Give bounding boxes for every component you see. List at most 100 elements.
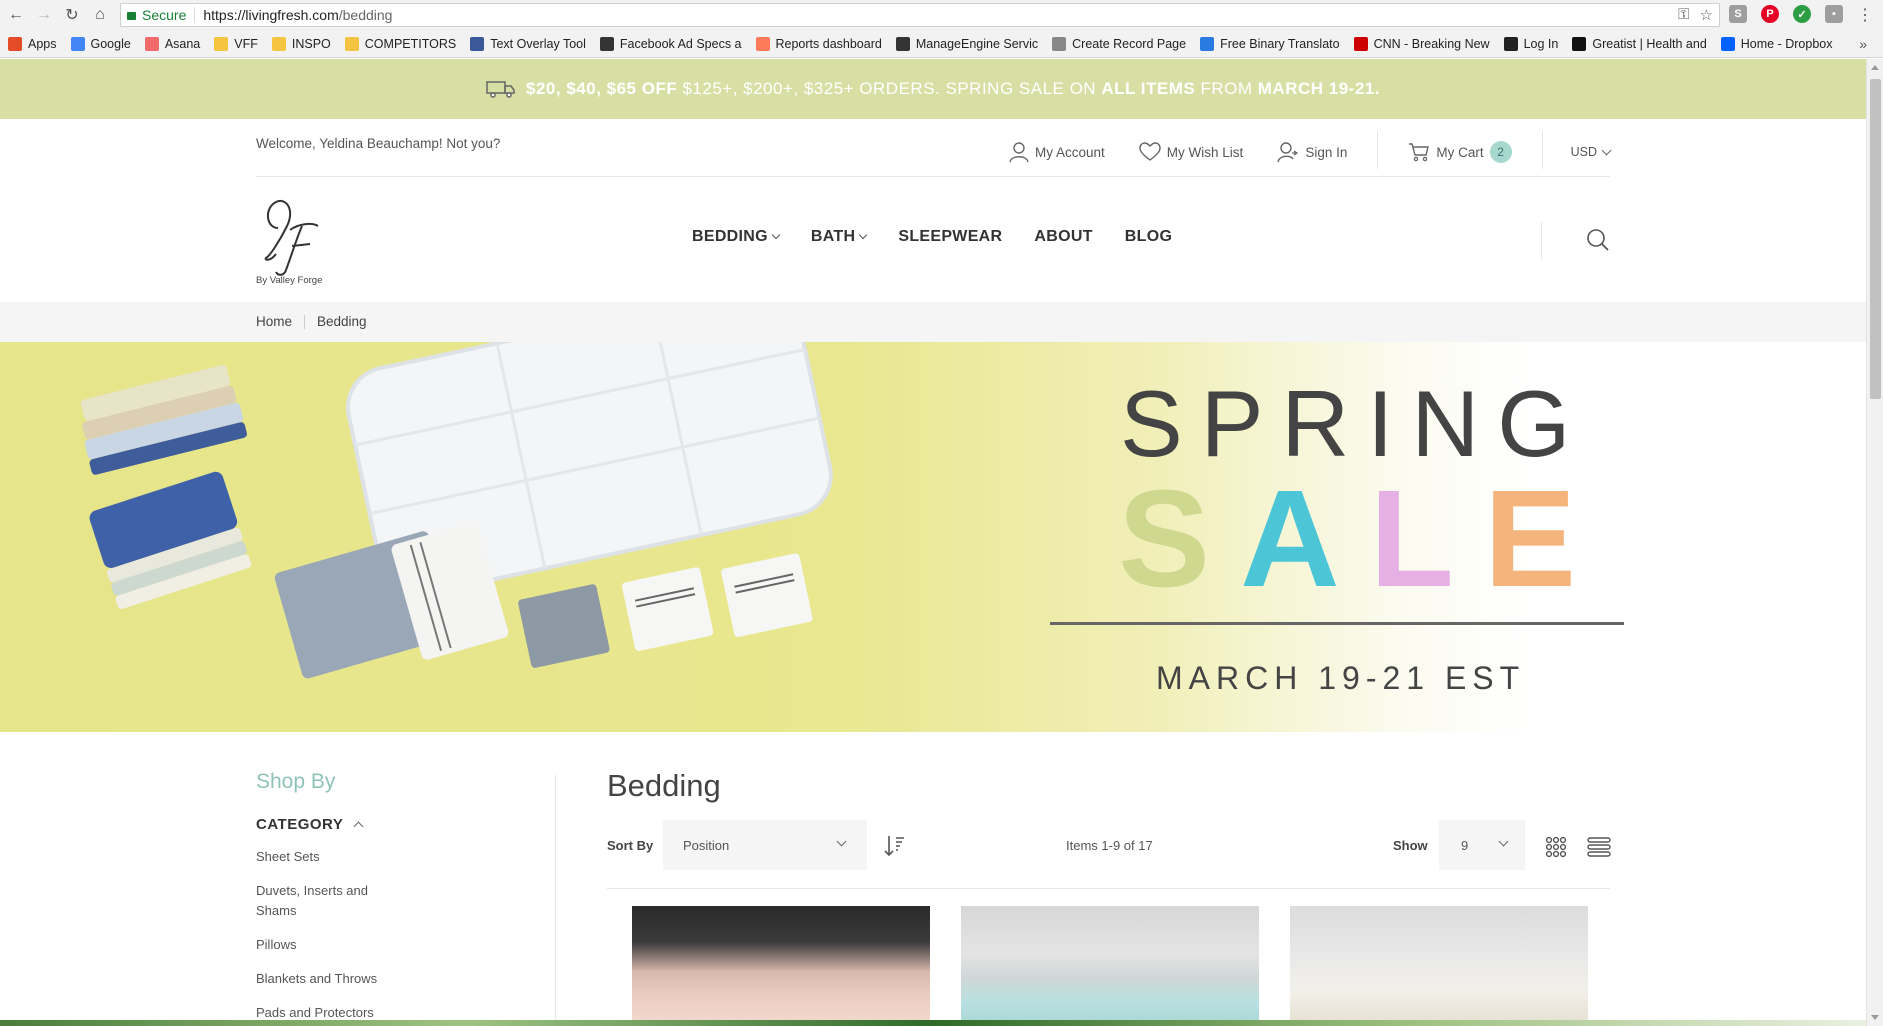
home-icon[interactable]: ⌂ — [88, 3, 112, 27]
currency-switcher[interactable]: USD — [1570, 145, 1612, 159]
scroll-thumb[interactable] — [1870, 79, 1881, 399]
category-item-sheet-sets[interactable]: Sheet Sets — [256, 847, 386, 867]
bookmark-reports-dashboard[interactable]: Reports dashboard — [755, 36, 882, 51]
nav-bedding[interactable]: BEDDING — [692, 228, 781, 246]
bookmark-star-icon[interactable]: ☆ — [1700, 6, 1713, 24]
category-heading: CATEGORY — [256, 816, 344, 833]
bookmark-label: Asana — [164, 36, 201, 51]
page-icon — [1052, 36, 1067, 51]
sign-in-label: Sign In — [1305, 144, 1348, 160]
manageengine-icon — [895, 36, 910, 51]
bookmark-log-in[interactable]: Log In — [1503, 36, 1558, 51]
category-filter-toggle[interactable]: CATEGORY — [256, 816, 556, 833]
shop-by-sidebar: Shop By CATEGORY Sheet Sets Duvets, Inse… — [256, 770, 556, 1026]
bookmark-free-binary-translato[interactable]: Free Binary Translato — [1200, 36, 1340, 51]
show-limit-value: 9 — [1461, 837, 1469, 853]
bookmarks-overflow-icon[interactable]: » — [1859, 36, 1867, 52]
hubspot-icon — [755, 36, 770, 51]
my-cart-link[interactable]: My Cart 2 — [1408, 141, 1512, 163]
url-host: https://livingfresh.com — [203, 7, 339, 23]
nav-about[interactable]: ABOUT — [1034, 228, 1092, 246]
nav-about-label: ABOUT — [1034, 228, 1093, 245]
bookmark-label: COMPETITORS — [364, 36, 457, 51]
promo-amounts: $20, $40, $65 OFF — [526, 79, 678, 98]
chevron-down-icon — [836, 836, 847, 847]
grid-view-icon[interactable] — [1545, 836, 1567, 858]
category-item-duvets[interactable]: Duvets, Inserts and Shams — [256, 881, 386, 921]
main-navigation: BEDDING BATH SLEEPWEAR ABOUT BLOG — [692, 228, 1172, 246]
promo-text: $20, $40, $65 OFF $125+, $200+, $325+ OR… — [526, 79, 1380, 99]
nav-sleepwear-label: SLEEPWEAR — [898, 228, 1003, 245]
account-bar: Welcome, Yeldina Beauchamp! Not you? My … — [256, 119, 1612, 177]
bookmark-facebook-ad-specs-a[interactable]: Facebook Ad Specs a — [599, 36, 742, 51]
forward-icon[interactable]: → — [32, 3, 56, 27]
divider — [1541, 222, 1542, 260]
bookmark-create-record-page[interactable]: Create Record Page — [1052, 36, 1187, 51]
heart-icon — [1139, 142, 1161, 161]
category-item-blankets[interactable]: Blankets and Throws — [256, 969, 386, 989]
bookmark-greatist-health-and[interactable]: Greatist | Health and — [1572, 36, 1707, 51]
bookmark-label: Apps — [28, 36, 57, 51]
bookmark-google[interactable]: Google — [70, 36, 131, 51]
check-extension-icon[interactable]: ✓ — [1793, 5, 1811, 23]
folder-icon — [271, 36, 286, 51]
breadcrumb-home[interactable]: Home — [256, 314, 292, 329]
divider — [1377, 131, 1379, 169]
promo-banner[interactable]: $20, $40, $65 OFF $125+, $200+, $325+ OR… — [0, 59, 1866, 119]
currency-label: USD — [1570, 145, 1597, 159]
cart-icon — [1409, 143, 1430, 162]
page-scrollbar[interactable] — [1866, 59, 1883, 1026]
nav-sleepwear[interactable]: SLEEPWEAR — [898, 228, 1002, 246]
nav-blog[interactable]: BLOG — [1125, 228, 1172, 246]
wish-list-link[interactable]: My Wish List — [1139, 142, 1243, 162]
extension-s-icon[interactable]: S — [1729, 5, 1747, 23]
bookmark-inspo[interactable]: INSPO — [271, 36, 331, 51]
address-bar[interactable]: Secure https://livingfresh.com/bedding ⚿… — [120, 3, 1720, 27]
chevron-up-icon — [353, 821, 364, 832]
product-image[interactable] — [1290, 906, 1588, 1026]
user-icon — [1009, 142, 1029, 163]
bookmark-manageengine-servic[interactable]: ManageEngine Servic — [895, 36, 1038, 51]
my-account-link[interactable]: My Account — [1009, 141, 1105, 163]
logo-tagline: By Valley Forge — [256, 275, 323, 286]
bookmark-cnn-breaking-new[interactable]: CNN - Breaking New — [1353, 36, 1490, 51]
nav-bath[interactable]: BATH — [811, 228, 868, 246]
bookmark-text-overlay-tool[interactable]: Text Overlay Tool — [470, 36, 586, 51]
product-image[interactable] — [961, 906, 1259, 1026]
spring-sale-banner[interactable]: SPRING SALE MARCH 19-21 EST — [0, 342, 1866, 732]
breadcrumb-separator — [304, 314, 306, 329]
bookmark-asana[interactable]: Asana — [144, 36, 201, 51]
sort-by-select[interactable]: Position — [663, 820, 867, 870]
breadcrumb: Home Bedding — [0, 302, 1866, 342]
scroll-down-icon[interactable] — [1871, 1015, 1879, 1020]
pinterest-icon[interactable]: P — [1761, 5, 1779, 23]
chevron-down-icon — [859, 230, 868, 240]
sign-in-link[interactable]: Sign In — [1277, 141, 1347, 163]
show-limit-select[interactable]: 9 — [1439, 820, 1525, 870]
reload-icon[interactable]: ↻ — [60, 3, 84, 27]
bookmark-apps[interactable]: Apps — [8, 36, 57, 51]
promo-from: FROM — [1200, 79, 1253, 98]
secure-indicator[interactable]: Secure — [121, 7, 196, 23]
bookmark-label: Create Record Page — [1072, 36, 1187, 51]
key-icon[interactable]: ⚿ — [1678, 6, 1689, 24]
bookmark-home-dropbox[interactable]: Home - Dropbox — [1720, 36, 1832, 51]
welcome-message: Welcome, Yeldina Beauchamp! Not you? — [256, 136, 501, 151]
search-icon[interactable] — [1586, 228, 1610, 252]
bookmark-vff[interactable]: VFF — [214, 36, 258, 51]
breadcrumb-current: Bedding — [317, 314, 367, 329]
brand-logo[interactable] — [256, 188, 326, 288]
bookmark-competitors[interactable]: COMPETITORS — [344, 36, 457, 51]
extension-gray-icon[interactable]: ▪ — [1825, 5, 1843, 23]
url-text[interactable]: https://livingfresh.com/bedding — [195, 7, 392, 23]
folder-icon — [344, 36, 359, 51]
facebook-icon — [470, 36, 485, 51]
list-view-icon[interactable] — [1587, 837, 1611, 857]
category-item-pillows[interactable]: Pillows — [256, 935, 386, 955]
back-icon[interactable]: ← — [4, 3, 28, 27]
sort-by-value: Position — [683, 837, 730, 853]
product-image[interactable] — [632, 906, 930, 1026]
scroll-up-icon[interactable] — [1871, 65, 1879, 70]
browser-menu-icon[interactable]: ⋮ — [1857, 5, 1873, 25]
sort-direction-icon[interactable] — [882, 834, 906, 858]
